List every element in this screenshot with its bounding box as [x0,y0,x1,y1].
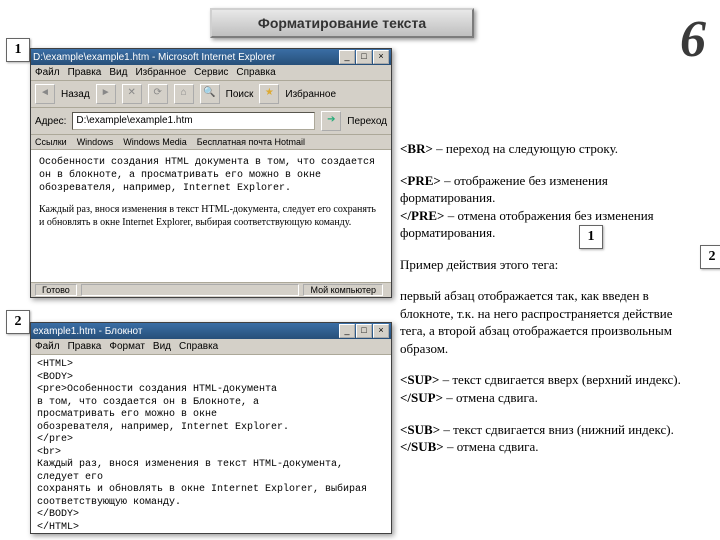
callout-2: 2 [6,310,30,334]
close-button[interactable]: × [373,50,389,64]
desc-example-intro: Пример действия этого тега: [400,256,700,274]
menu-tools[interactable]: Сервис [194,67,228,78]
maximize-button[interactable]: □ [356,50,372,64]
home-button[interactable]: ⌂ [174,84,194,104]
np-menu-help[interactable]: Справка [179,341,218,352]
ie-body-p1: Особенности создания HTML документа в то… [39,156,383,195]
minimize-button[interactable]: _ [339,50,355,64]
link-windows[interactable]: Windows [77,137,114,147]
np-menu-view[interactable]: Вид [153,341,171,352]
callout-inline-2: 2 [700,245,720,269]
desc-sub: <SUB> – текст сдвигается вниз (нижний ин… [400,421,700,456]
favorites-icon[interactable]: ★ [259,84,279,104]
ie-links-bar: Ссылки Windows Windows Media Бесплатная … [31,135,391,150]
back-button[interactable]: ◄ [35,84,55,104]
np-menu-file[interactable]: Файл [35,341,60,352]
ie-window: D:\example\example1.htm - Microsoft Inte… [30,48,392,298]
address-input[interactable]: D:\example\example1.htm [72,112,315,130]
stop-button[interactable]: ✕ [122,84,142,104]
np-close-button[interactable]: × [373,324,389,338]
desc-pre: <PRE> – отображение без изменения формат… [400,172,700,242]
search-label: Поиск [226,89,254,100]
menu-file[interactable]: Файл [35,67,60,78]
ie-viewport: Особенности создания HTML документа в то… [31,150,391,282]
desc-sup: <SUP> – текст сдвигается вверх (верхний … [400,371,700,406]
ie-body-p2: Каждый раз, внося изменения в текст HTML… [39,203,383,229]
np-minimize-button[interactable]: _ [339,324,355,338]
np-maximize-button[interactable]: □ [356,324,372,338]
address-label: Адрес: [35,116,66,127]
back-label: Назад [61,89,90,100]
favorites-label: Избранное [285,89,336,100]
np-titlebar: example1.htm - Блокнот _ □ × [31,323,391,339]
callout-1: 1 [6,38,30,62]
np-menubar: Файл Правка Формат Вид Справка [31,339,391,355]
status-right: Мой компьютер [303,284,383,296]
ie-toolbar: ◄ Назад ► ✕ ⟳ ⌂ 🔍 Поиск ★ Избранное [31,81,391,108]
menu-favorites[interactable]: Избранное [135,67,186,78]
ie-menubar: Файл Правка Вид Избранное Сервис Справка [31,65,391,81]
forward-button[interactable]: ► [96,84,116,104]
slide-title-bar: Форматирование текста [210,8,474,38]
refresh-button[interactable]: ⟳ [148,84,168,104]
menu-edit[interactable]: Правка [68,67,102,78]
np-menu-edit[interactable]: Правка [68,341,102,352]
ie-titlebar: D:\example\example1.htm - Microsoft Inte… [31,49,391,65]
np-title-text: example1.htm - Блокнот [33,326,142,337]
notepad-window: example1.htm - Блокнот _ □ × Файл Правка… [30,322,392,534]
search-icon[interactable]: 🔍 [200,84,220,104]
np-menu-format[interactable]: Формат [109,341,145,352]
ie-addressbar: Адрес: D:\example\example1.htm ➔ Переход [31,108,391,135]
desc-example-body: первый абзац отображается так, как введе… [400,287,700,357]
page-number: 6 [680,14,706,66]
np-textarea[interactable]: <HTML> <BODY> <pre>Особенности создания … [31,355,391,533]
ie-statusbar: Готово Мой компьютер [31,282,391,297]
links-label: Ссылки [35,137,67,147]
go-button[interactable]: ➔ [321,111,341,131]
go-label: Переход [347,116,387,127]
desc-br: <BR> – переход на следующую строку. [400,140,700,158]
explanation-column: <BR> – переход на следующую строку. <PRE… [400,140,700,470]
ie-title-text: D:\example\example1.htm - Microsoft Inte… [33,52,275,63]
link-wm[interactable]: Windows Media [123,137,187,147]
menu-help[interactable]: Справка [236,67,275,78]
status-left: Готово [35,284,77,296]
menu-view[interactable]: Вид [109,67,127,78]
link-hotmail[interactable]: Бесплатная почта Hotmail [197,137,305,147]
